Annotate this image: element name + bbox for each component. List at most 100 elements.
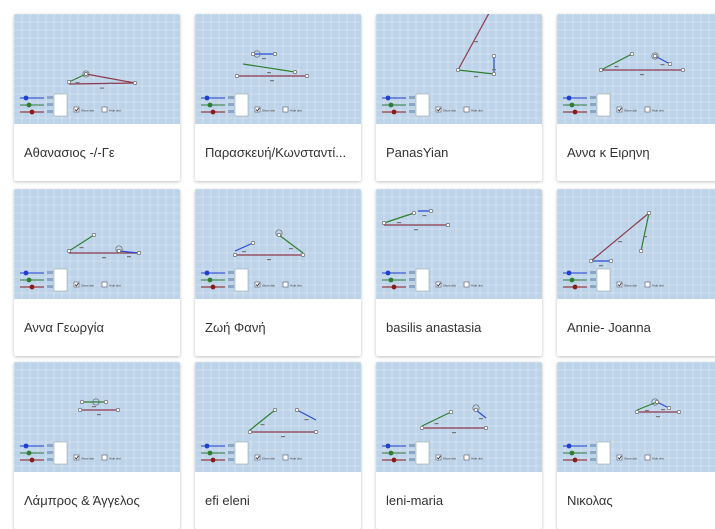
slider-knob[interactable] xyxy=(26,102,32,108)
project-card[interactable]: Show dist Hide dist Νικολας xyxy=(557,362,715,529)
slider-knob[interactable] xyxy=(566,95,572,101)
card-title[interactable]: leni-maria xyxy=(386,472,536,529)
hide-dist-checkbox[interactable]: Hide dist xyxy=(463,106,483,113)
card-thumbnail[interactable]: Show dist Hide dist xyxy=(14,14,180,124)
card-thumbnail[interactable]: Show dist Hide dist xyxy=(557,362,715,472)
card-thumbnail[interactable]: Show dist Hide dist xyxy=(14,189,180,299)
slider-knob[interactable] xyxy=(29,109,35,115)
slider-knob[interactable] xyxy=(572,457,578,463)
project-card[interactable]: Show dist Hide dist Αννα Γεωργία xyxy=(14,189,180,356)
card-title[interactable]: Νικολας xyxy=(567,472,715,529)
slider-knob[interactable] xyxy=(391,109,397,115)
value-input-box[interactable] xyxy=(415,441,430,465)
hide-dist-checkbox[interactable]: Hide dist xyxy=(101,454,121,461)
slider-knob[interactable] xyxy=(388,277,394,283)
card-title[interactable]: Αννα κ Ειρηνη xyxy=(567,124,715,181)
slider-knob[interactable] xyxy=(566,270,572,276)
show-dist-checkbox[interactable]: Show dist xyxy=(73,454,94,461)
slider-knob[interactable] xyxy=(391,284,397,290)
project-card[interactable]: Show dist Hide dist leni-maria xyxy=(376,362,542,529)
card-thumbnail[interactable]: Show dist Hide dist xyxy=(195,189,361,299)
show-dist-checkbox[interactable]: Show dist xyxy=(616,106,637,113)
card-thumbnail[interactable]: Show dist Hide dist xyxy=(557,189,715,299)
card-thumbnail[interactable]: Show dist Hide dist xyxy=(195,362,361,472)
slider-knob[interactable] xyxy=(385,443,391,449)
project-card[interactable]: Show dist Hide dist Ζωή Φανή xyxy=(195,189,361,356)
value-input-box[interactable] xyxy=(53,93,68,117)
value-input-box[interactable] xyxy=(596,93,611,117)
slider-knob[interactable] xyxy=(566,443,572,449)
project-card[interactable]: Show dist Hide dist Παρασκευή/Κωνσταντί... xyxy=(195,14,361,181)
project-card[interactable]: Show dist Hide dist Αννα κ Ειρηνη xyxy=(557,14,715,181)
slider-knob[interactable] xyxy=(388,102,394,108)
card-title[interactable]: Ζωή Φανή xyxy=(205,299,355,356)
card-thumbnail[interactable]: Show dist Hide dist xyxy=(376,189,542,299)
value-input-box[interactable] xyxy=(53,441,68,465)
hide-dist-checkbox[interactable]: Hide dist xyxy=(282,281,302,288)
slider-knob[interactable] xyxy=(569,277,575,283)
value-input-box[interactable] xyxy=(234,441,249,465)
show-dist-checkbox[interactable]: Show dist xyxy=(73,281,94,288)
slider-knob[interactable] xyxy=(23,270,29,276)
card-thumbnail[interactable]: Show dist Hide dist xyxy=(376,362,542,472)
show-dist-checkbox[interactable]: Show dist xyxy=(435,106,456,113)
slider-knob[interactable] xyxy=(210,457,216,463)
slider-knob[interactable] xyxy=(29,457,35,463)
slider-knob[interactable] xyxy=(23,95,29,101)
show-dist-checkbox[interactable]: Show dist xyxy=(435,281,456,288)
project-card[interactable]: Show dist Hide dist Λάμπρος & Άγγελος xyxy=(14,362,180,529)
slider-knob[interactable] xyxy=(385,270,391,276)
hide-dist-checkbox[interactable]: Hide dist xyxy=(282,106,302,113)
project-card[interactable]: Show dist Hide dist efi eleni xyxy=(195,362,361,529)
slider-knob[interactable] xyxy=(23,443,29,449)
value-input-box[interactable] xyxy=(53,268,68,292)
hide-dist-checkbox[interactable]: Hide dist xyxy=(282,454,302,461)
hide-dist-checkbox[interactable]: Hide dist xyxy=(644,106,664,113)
card-title[interactable]: Αθανασιος -/-Γε xyxy=(24,124,174,181)
value-input-box[interactable] xyxy=(596,441,611,465)
show-dist-checkbox[interactable]: Show dist xyxy=(254,281,275,288)
card-title[interactable]: Annie- Joanna xyxy=(567,299,715,356)
project-card[interactable]: Show dist Hide dist Annie- Joanna xyxy=(557,189,715,356)
slider-knob[interactable] xyxy=(210,284,216,290)
card-thumbnail[interactable]: Show dist Hide dist xyxy=(195,14,361,124)
hide-dist-checkbox[interactable]: Hide dist xyxy=(463,454,483,461)
slider-knob[interactable] xyxy=(26,277,32,283)
slider-knob[interactable] xyxy=(207,450,213,456)
project-card[interactable]: Show dist Hide dist Αθανασιος -/-Γε xyxy=(14,14,180,181)
hide-dist-checkbox[interactable]: Hide dist xyxy=(101,106,121,113)
project-card[interactable]: Show dist Hide dist PanasYian xyxy=(376,14,542,181)
card-title[interactable]: Λάμπρος & Άγγελος xyxy=(24,472,174,529)
slider-knob[interactable] xyxy=(210,109,216,115)
slider-knob[interactable] xyxy=(569,102,575,108)
slider-knob[interactable] xyxy=(204,270,210,276)
value-input-box[interactable] xyxy=(415,93,430,117)
show-dist-checkbox[interactable]: Show dist xyxy=(73,106,94,113)
show-dist-checkbox[interactable]: Show dist xyxy=(254,106,275,113)
slider-knob[interactable] xyxy=(26,450,32,456)
hide-dist-checkbox[interactable]: Hide dist xyxy=(463,281,483,288)
hide-dist-checkbox[interactable]: Hide dist xyxy=(644,454,664,461)
card-thumbnail[interactable]: Show dist Hide dist xyxy=(557,14,715,124)
value-input-box[interactable] xyxy=(596,268,611,292)
card-thumbnail[interactable]: Show dist Hide dist xyxy=(376,14,542,124)
slider-knob[interactable] xyxy=(572,109,578,115)
card-thumbnail[interactable]: Show dist Hide dist xyxy=(14,362,180,472)
show-dist-checkbox[interactable]: Show dist xyxy=(616,454,637,461)
value-input-box[interactable] xyxy=(234,268,249,292)
slider-knob[interactable] xyxy=(207,277,213,283)
slider-knob[interactable] xyxy=(391,457,397,463)
slider-knob[interactable] xyxy=(388,450,394,456)
card-title[interactable]: PanasYian xyxy=(386,124,536,181)
hide-dist-checkbox[interactable]: Hide dist xyxy=(644,281,664,288)
hide-dist-checkbox[interactable]: Hide dist xyxy=(101,281,121,288)
show-dist-checkbox[interactable]: Show dist xyxy=(435,454,456,461)
card-title[interactable]: basilis anastasia xyxy=(386,299,536,356)
card-title[interactable]: Παρασκευή/Κωνσταντί... xyxy=(205,124,355,181)
slider-knob[interactable] xyxy=(572,284,578,290)
show-dist-checkbox[interactable]: Show dist xyxy=(254,454,275,461)
slider-knob[interactable] xyxy=(385,95,391,101)
show-dist-checkbox[interactable]: Show dist xyxy=(616,281,637,288)
slider-knob[interactable] xyxy=(204,95,210,101)
value-input-box[interactable] xyxy=(415,268,430,292)
